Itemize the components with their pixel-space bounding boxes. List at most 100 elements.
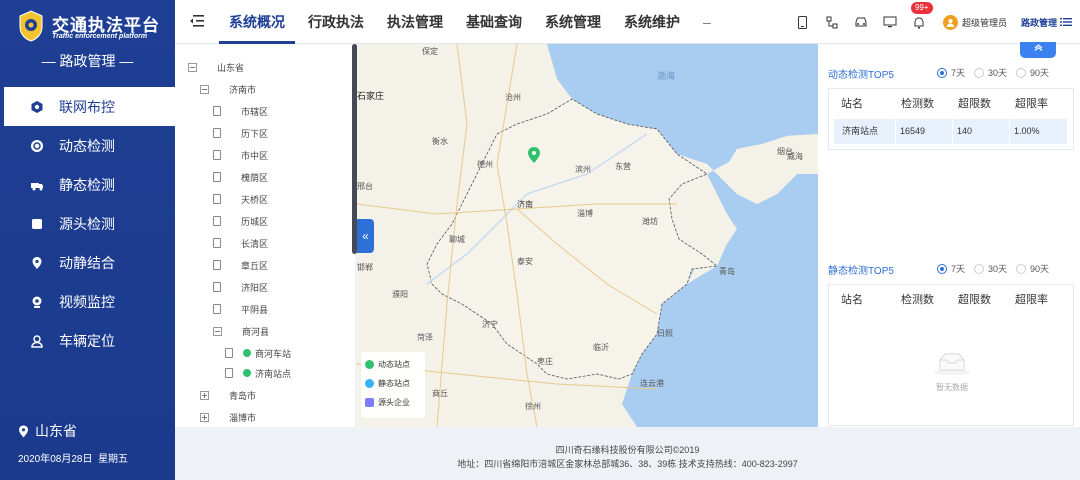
tab-system-overview[interactable]: 系统概况 (219, 0, 295, 44)
sidebar-item-vehicle-location[interactable]: 车辆定位 (0, 321, 175, 360)
tree-node-district[interactable]: 天桥区 (213, 189, 268, 209)
tree-label: 商河县 (242, 326, 270, 337)
collapse-panel-button[interactable]: « (357, 219, 374, 253)
file-icon (213, 128, 221, 138)
map-label-dongying: 东营 (615, 161, 631, 171)
static-station-icon (365, 379, 374, 388)
radio-icon (1016, 67, 1027, 78)
file-icon (213, 260, 221, 270)
legend-item-static[interactable]: 静态站点 (365, 374, 421, 393)
tab-administrative-enforcement[interactable]: 行政执法 (298, 0, 374, 44)
tree-node-district[interactable]: 历下区 (213, 123, 268, 143)
map-label-handan: 邯郸 (357, 262, 373, 272)
car-icon[interactable] (853, 14, 869, 30)
tree-label: 青岛市 (229, 390, 257, 401)
radio-30-days[interactable]: 30天 (974, 66, 1007, 79)
mobile-icon[interactable] (795, 14, 811, 30)
tab-system-management[interactable]: 系统管理 (535, 0, 611, 44)
radio-icon (974, 263, 985, 274)
tree-label: 济南市 (229, 84, 257, 95)
radio-30-days[interactable]: 30天 (974, 262, 1007, 275)
column-header[interactable]: 检测数 (891, 285, 948, 315)
sidebar: 交通执法平台 Traffic enforcement platform — 路政… (0, 0, 175, 480)
radio-7-days[interactable]: 7天 (937, 66, 965, 79)
file-icon (213, 238, 221, 248)
tree-node-district[interactable]: 槐荫区 (213, 167, 268, 187)
column-header[interactable]: 超限数 (948, 285, 1005, 315)
location-pin-icon (29, 255, 45, 271)
region-tree: 山东省 济南市 市辖区 历下区 市中区 槐荫区 天桥区 历城区 长清区 章丘区 … (175, 44, 355, 427)
network-icon[interactable] (824, 14, 840, 30)
expand-icon[interactable] (200, 390, 209, 400)
radio-7-days[interactable]: 7天 (937, 262, 965, 275)
tree-node-city[interactable]: 淄博市 (200, 407, 256, 427)
dynamic-table: 站名 检测数 超限数 超限率 济南站点 16549 140 1.00% (828, 88, 1074, 150)
monitor-icon[interactable] (882, 14, 898, 30)
radio-90-days[interactable]: 90天 (1016, 66, 1049, 79)
empty-text: 暂无数据 (936, 383, 968, 392)
file-icon (213, 194, 221, 204)
sidebar-item-video[interactable]: 视频监控 (0, 282, 175, 321)
sidebar-item-label: 车辆定位 (59, 332, 115, 349)
tab-system-maintenance[interactable]: 系统维护 (614, 0, 690, 44)
tree-node-city[interactable]: 济南市 (200, 79, 256, 99)
collapse-icon[interactable] (213, 326, 222, 336)
gauge-icon (29, 138, 45, 154)
page-footer: 四川奇石缘科技股份有限公司©2019 地址：四川省绵阳市涪城区金家林总部城36、… (175, 427, 1080, 480)
tree-node-station[interactable]: 商河车站 (225, 343, 291, 363)
column-header[interactable]: 检测数 (891, 89, 948, 119)
dynamic-period-selector: 7天 30天 90天 (937, 66, 1058, 79)
tree-node-county[interactable]: 商河县 (213, 321, 269, 341)
column-header[interactable]: 超限率 (1005, 89, 1063, 119)
sidebar-item-dynamic-detection[interactable]: 动态检测 (0, 126, 175, 165)
expand-icon[interactable] (200, 412, 209, 422)
tab-basic-query[interactable]: 基础查询 (456, 0, 532, 44)
legend-item-dynamic[interactable]: 动态站点 (365, 355, 421, 374)
police-badge-icon (19, 10, 43, 42)
map-label-bohai: 渤海 (657, 70, 675, 82)
tree-node-province[interactable]: 山东省 (188, 57, 244, 77)
column-header[interactable]: 超限数 (948, 89, 1005, 119)
map-view[interactable]: 渤海 保定 沧州 石家庄 衡水 德州 邢台 聊城 济南 淄博 潍坊 东营 滨州 … (357, 44, 818, 427)
static-top5-title: 静态检测TOP5 (828, 266, 894, 277)
user-menu[interactable]: 超级管理员 (942, 14, 1007, 30)
tree-node-district[interactable]: 历城区 (213, 211, 268, 231)
station-dot-icon (243, 349, 251, 357)
tree-node-district[interactable]: 市中区 (213, 145, 268, 165)
tree-node-district[interactable]: 济阳区 (213, 277, 268, 297)
tree-node-station[interactable]: 济南站点 (225, 363, 291, 383)
tree-node-district[interactable]: 平阴县 (213, 299, 268, 319)
collapse-icon[interactable] (200, 84, 209, 94)
menu-toggle-icon[interactable] (189, 13, 205, 29)
route-management-menu[interactable]: 路政管理 (1021, 16, 1072, 29)
radio-label: 90天 (1030, 264, 1050, 274)
legend-label: 源头企业 (378, 398, 410, 407)
column-header[interactable]: 超限率 (1005, 285, 1063, 315)
collapse-up-button[interactable] (1020, 42, 1056, 58)
sidebar-item-static-detection[interactable]: 静态检测 (0, 165, 175, 204)
notification-bell-icon[interactable]: 99+ (910, 2, 933, 30)
list-icon (1060, 18, 1072, 26)
sidebar-footer: 山东省 2020年08月28日 星期五 (18, 421, 128, 465)
column-header[interactable]: 站名 (829, 285, 891, 315)
column-header[interactable]: 站名 (829, 89, 891, 119)
tree-label: 平阴县 (241, 304, 269, 315)
tab-more[interactable]: – (693, 0, 721, 44)
tree-node-district[interactable]: 长清区 (213, 233, 268, 253)
sidebar-item-combined[interactable]: 动静结合 (0, 243, 175, 282)
sidebar-item-network-control[interactable]: 联网布控 (4, 87, 175, 126)
tree-label: 槐荫区 (241, 172, 269, 183)
legend-item-source[interactable]: 源头企业 (365, 393, 421, 412)
collapse-icon[interactable] (188, 62, 197, 72)
map-label-weihai: 威海 (787, 151, 803, 161)
cell-rate: 1.00% (1010, 119, 1068, 144)
tree-node-city[interactable]: 青岛市 (200, 385, 256, 405)
tree-node-district[interactable]: 章丘区 (213, 255, 268, 275)
tab-enforcement-management[interactable]: 执法管理 (377, 0, 453, 44)
table-row[interactable]: 济南站点 16549 140 1.00% (834, 119, 1068, 144)
tree-label: 市辖区 (241, 106, 269, 117)
sidebar-item-source-detection[interactable]: 源头检测 (0, 204, 175, 243)
radio-90-days[interactable]: 90天 (1016, 262, 1049, 275)
avatar (942, 14, 958, 30)
tree-node-district[interactable]: 市辖区 (213, 101, 268, 121)
